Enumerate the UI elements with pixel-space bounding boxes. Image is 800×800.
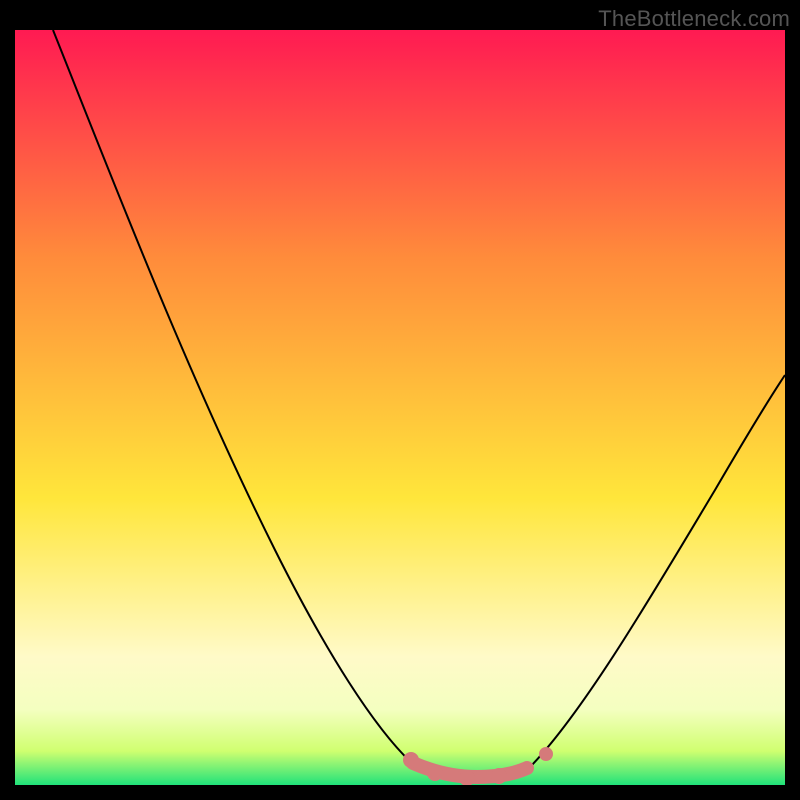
- salmon-dot-right-gap: [539, 747, 553, 761]
- chart-stage: TheBottleneck.com: [0, 0, 800, 800]
- salmon-dot-left: [403, 752, 419, 768]
- plot-area: [15, 30, 785, 785]
- salmon-dot-mid3: [491, 768, 507, 784]
- salmon-dot-mid1: [427, 765, 443, 781]
- attribution-text: TheBottleneck.com: [598, 6, 790, 32]
- salmon-highlight-layer: [15, 30, 785, 785]
